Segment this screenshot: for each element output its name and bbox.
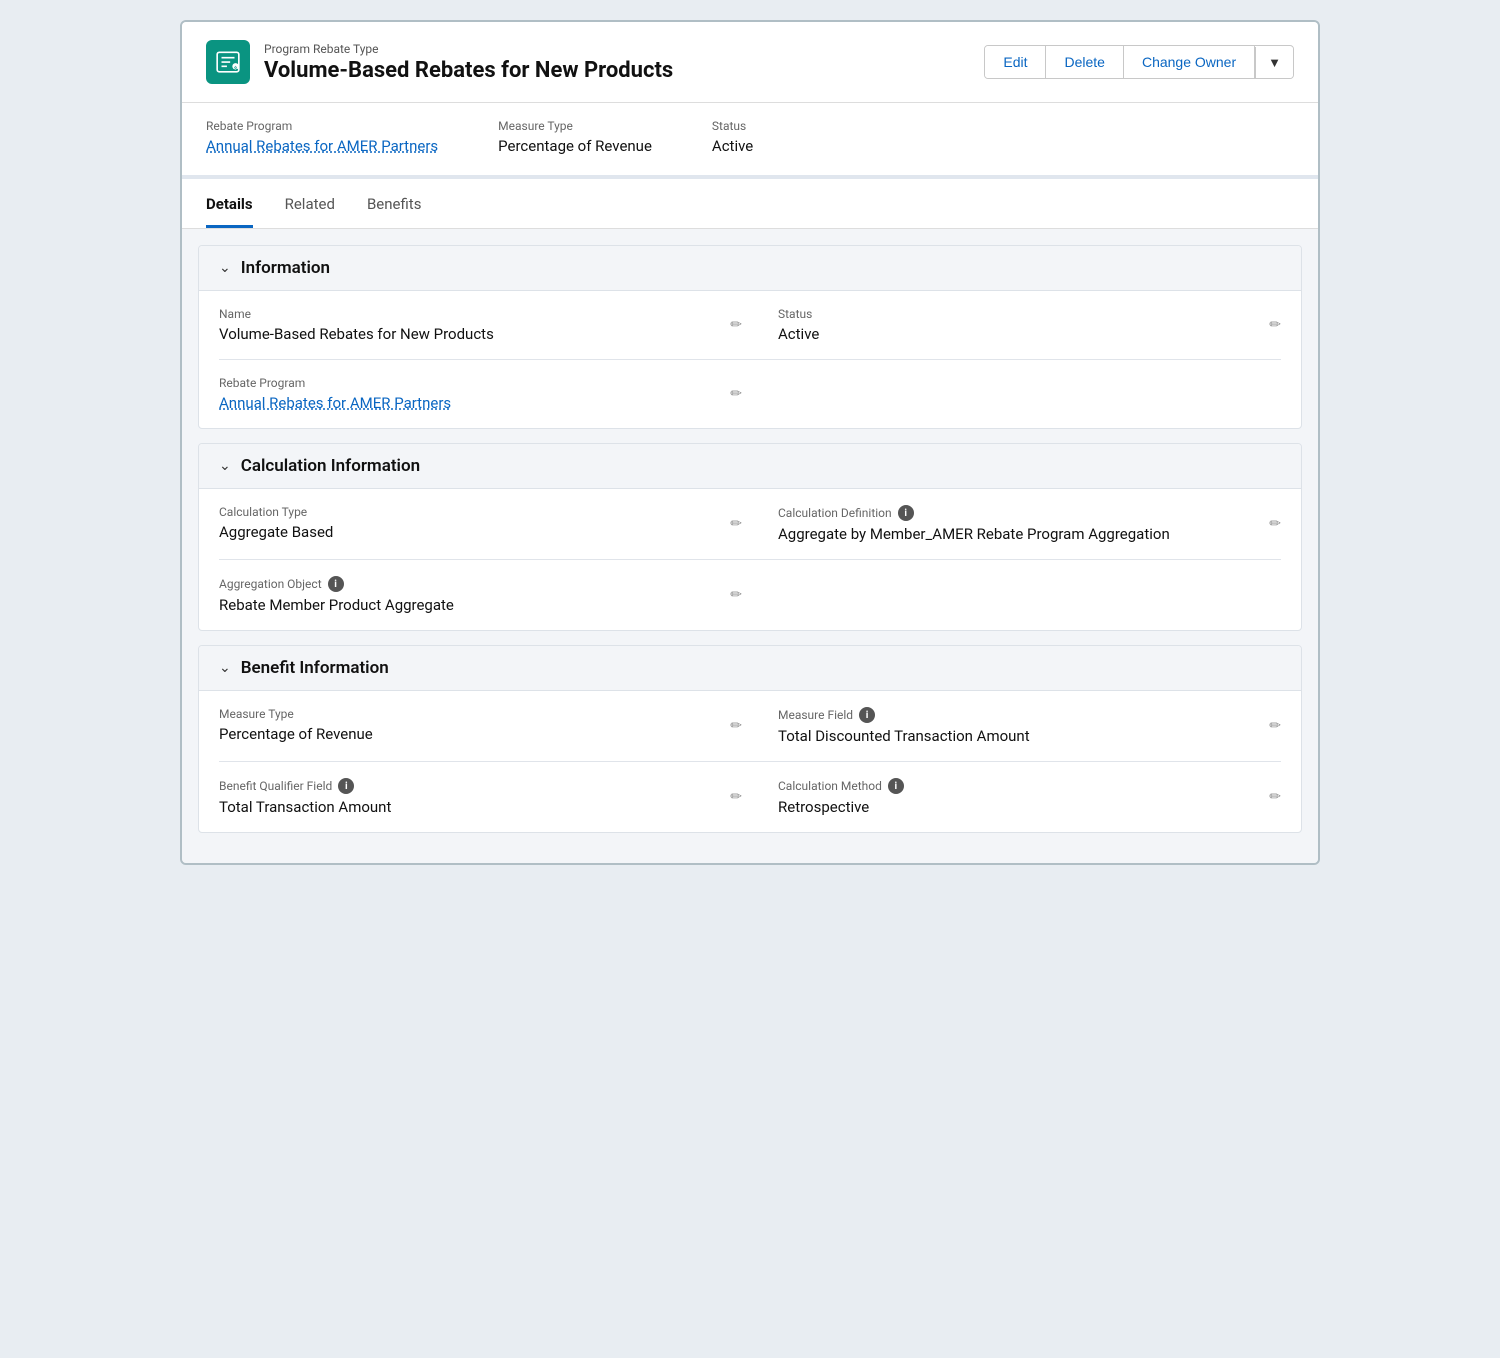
content-area: ⌄ Information Name Volume-Based Rebates … bbox=[182, 229, 1318, 863]
info-measure-type-value: Percentage of Revenue bbox=[498, 137, 652, 155]
info-status-label: Status bbox=[712, 119, 753, 133]
field-measure-type-value: Percentage of Revenue bbox=[219, 725, 722, 743]
field-measure-field-label: Measure Field i bbox=[778, 707, 1281, 723]
calculation-chevron-icon: ⌄ bbox=[219, 458, 231, 474]
field-calculation-definition-label: Calculation Definition i bbox=[778, 505, 1281, 521]
field-name-edit-icon[interactable]: ✏ bbox=[730, 317, 742, 333]
field-empty-right bbox=[762, 360, 1281, 428]
calculation-section: ⌄ Calculation Information Calculation Ty… bbox=[198, 443, 1302, 631]
field-calculation-method-label: Calculation Method i bbox=[778, 778, 1281, 794]
field-aggregation-object-edit-icon[interactable]: ✏ bbox=[730, 587, 742, 603]
benefit-chevron-icon: ⌄ bbox=[219, 660, 231, 676]
info-rebate-program: Rebate Program Annual Rebates for AMER P… bbox=[206, 119, 438, 155]
tabs-section: Details Related Benefits bbox=[182, 179, 1318, 229]
benefit-row-2: Benefit Qualifier Field i Total Transact… bbox=[219, 762, 1281, 832]
information-row-1: Name Volume-Based Rebates for New Produc… bbox=[219, 291, 1281, 360]
field-calculation-definition-value: Aggregate by Member_AMER Rebate Program … bbox=[778, 525, 1281, 543]
delete-button[interactable]: Delete bbox=[1046, 46, 1123, 78]
benefit-section-body: Measure Type Percentage of Revenue ✏ Mea… bbox=[199, 691, 1301, 832]
app-icon: $ bbox=[206, 40, 250, 84]
field-rebate-program-label: Rebate Program bbox=[219, 376, 722, 390]
field-benefit-qualifier-label: Benefit Qualifier Field i bbox=[219, 778, 722, 794]
page-title: Volume-Based Rebates for New Products bbox=[264, 58, 673, 83]
header-subtitle: Program Rebate Type bbox=[264, 42, 673, 56]
field-benefit-qualifier-edit-icon[interactable]: ✏ bbox=[730, 789, 742, 805]
info-status: Status Active bbox=[712, 119, 753, 155]
field-aggregation-object-label: Aggregation Object i bbox=[219, 576, 722, 592]
info-measure-type: Measure Type Percentage of Revenue bbox=[498, 119, 652, 155]
field-measure-type-edit-icon[interactable]: ✏ bbox=[730, 718, 742, 734]
tab-related[interactable]: Related bbox=[285, 179, 335, 228]
calculation-section-title: Calculation Information bbox=[241, 456, 420, 476]
field-aggregation-object-value: Rebate Member Product Aggregate bbox=[219, 596, 722, 614]
field-status-edit-icon[interactable]: ✏ bbox=[1269, 317, 1281, 333]
info-status-value: Active bbox=[712, 137, 753, 155]
benefit-qualifier-info-icon[interactable]: i bbox=[338, 778, 354, 794]
field-status-label: Status bbox=[778, 307, 1281, 321]
information-section-header: ⌄ Information bbox=[199, 246, 1301, 291]
dropdown-button[interactable]: ▼ bbox=[1255, 47, 1293, 78]
field-rebate-program-value[interactable]: Annual Rebates for AMER Partners bbox=[219, 394, 722, 412]
field-name-value: Volume-Based Rebates for New Products bbox=[219, 325, 722, 343]
field-measure-field-value: Total Discounted Transaction Amount bbox=[778, 727, 1281, 745]
calculation-section-body: Calculation Type Aggregate Based ✏ Calcu… bbox=[199, 489, 1301, 630]
field-calculation-type: Calculation Type Aggregate Based ✏ bbox=[219, 489, 762, 560]
benefit-section: ⌄ Benefit Information Measure Type Perce… bbox=[198, 645, 1302, 833]
field-calculation-method: Calculation Method i Retrospective ✏ bbox=[762, 762, 1281, 832]
field-calculation-method-value: Retrospective bbox=[778, 798, 1281, 816]
information-section-title: Information bbox=[241, 258, 330, 278]
page-wrapper: $ Program Rebate Type Volume-Based Rebat… bbox=[180, 20, 1320, 865]
field-benefit-qualifier: Benefit Qualifier Field i Total Transact… bbox=[219, 762, 762, 832]
information-section: ⌄ Information Name Volume-Based Rebates … bbox=[198, 245, 1302, 429]
field-calculation-definition-edit-icon[interactable]: ✏ bbox=[1269, 516, 1281, 532]
tab-details[interactable]: Details bbox=[206, 179, 253, 228]
header-actions: Edit Delete Change Owner ▼ bbox=[984, 45, 1294, 79]
measure-field-info-icon[interactable]: i bbox=[859, 707, 875, 723]
field-calculation-type-edit-icon[interactable]: ✏ bbox=[730, 516, 742, 532]
field-calculation-type-label: Calculation Type bbox=[219, 505, 722, 519]
field-calculation-method-edit-icon[interactable]: ✏ bbox=[1269, 789, 1281, 805]
field-benefit-qualifier-value: Total Transaction Amount bbox=[219, 798, 722, 816]
info-measure-type-label: Measure Type bbox=[498, 119, 652, 133]
field-measure-type-label: Measure Type bbox=[219, 707, 722, 721]
calculation-row-1: Calculation Type Aggregate Based ✏ Calcu… bbox=[219, 489, 1281, 560]
benefit-row-1: Measure Type Percentage of Revenue ✏ Mea… bbox=[219, 691, 1281, 762]
benefit-section-title: Benefit Information bbox=[241, 658, 389, 678]
information-chevron-icon: ⌄ bbox=[219, 260, 231, 276]
change-owner-button[interactable]: Change Owner bbox=[1124, 46, 1255, 78]
field-status: Status Active ✏ bbox=[762, 291, 1281, 360]
field-calc-empty-right bbox=[762, 560, 1281, 630]
field-rebate-program: Rebate Program Annual Rebates for AMER P… bbox=[219, 360, 762, 428]
information-section-body: Name Volume-Based Rebates for New Produc… bbox=[199, 291, 1301, 428]
tab-benefits[interactable]: Benefits bbox=[367, 179, 422, 228]
information-row-2: Rebate Program Annual Rebates for AMER P… bbox=[219, 360, 1281, 428]
header-title-block: Program Rebate Type Volume-Based Rebates… bbox=[264, 42, 673, 83]
header-section: $ Program Rebate Type Volume-Based Rebat… bbox=[182, 22, 1318, 103]
field-calculation-type-value: Aggregate Based bbox=[219, 523, 722, 541]
field-name-label: Name bbox=[219, 307, 722, 321]
aggregation-object-info-icon[interactable]: i bbox=[328, 576, 344, 592]
field-name: Name Volume-Based Rebates for New Produc… bbox=[219, 291, 762, 360]
field-measure-field: Measure Field i Total Discounted Transac… bbox=[762, 691, 1281, 762]
calculation-definition-info-icon[interactable]: i bbox=[898, 505, 914, 521]
info-rebate-program-value[interactable]: Annual Rebates for AMER Partners bbox=[206, 137, 438, 155]
rebate-icon: $ bbox=[215, 49, 241, 75]
field-aggregation-object: Aggregation Object i Rebate Member Produ… bbox=[219, 560, 762, 630]
svg-text:$: $ bbox=[234, 66, 237, 73]
calculation-section-header: ⌄ Calculation Information bbox=[199, 444, 1301, 489]
field-calculation-definition: Calculation Definition i Aggregate by Me… bbox=[762, 489, 1281, 560]
field-measure-type: Measure Type Percentage of Revenue ✏ bbox=[219, 691, 762, 762]
calculation-row-2: Aggregation Object i Rebate Member Produ… bbox=[219, 560, 1281, 630]
info-bar: Rebate Program Annual Rebates for AMER P… bbox=[182, 103, 1318, 179]
field-rebate-program-edit-icon[interactable]: ✏ bbox=[730, 386, 742, 402]
header-left: $ Program Rebate Type Volume-Based Rebat… bbox=[206, 40, 673, 84]
edit-button[interactable]: Edit bbox=[985, 46, 1046, 78]
calculation-method-info-icon[interactable]: i bbox=[888, 778, 904, 794]
field-measure-field-edit-icon[interactable]: ✏ bbox=[1269, 718, 1281, 734]
benefit-section-header: ⌄ Benefit Information bbox=[199, 646, 1301, 691]
field-status-value: Active bbox=[778, 325, 1281, 343]
info-rebate-program-label: Rebate Program bbox=[206, 119, 438, 133]
